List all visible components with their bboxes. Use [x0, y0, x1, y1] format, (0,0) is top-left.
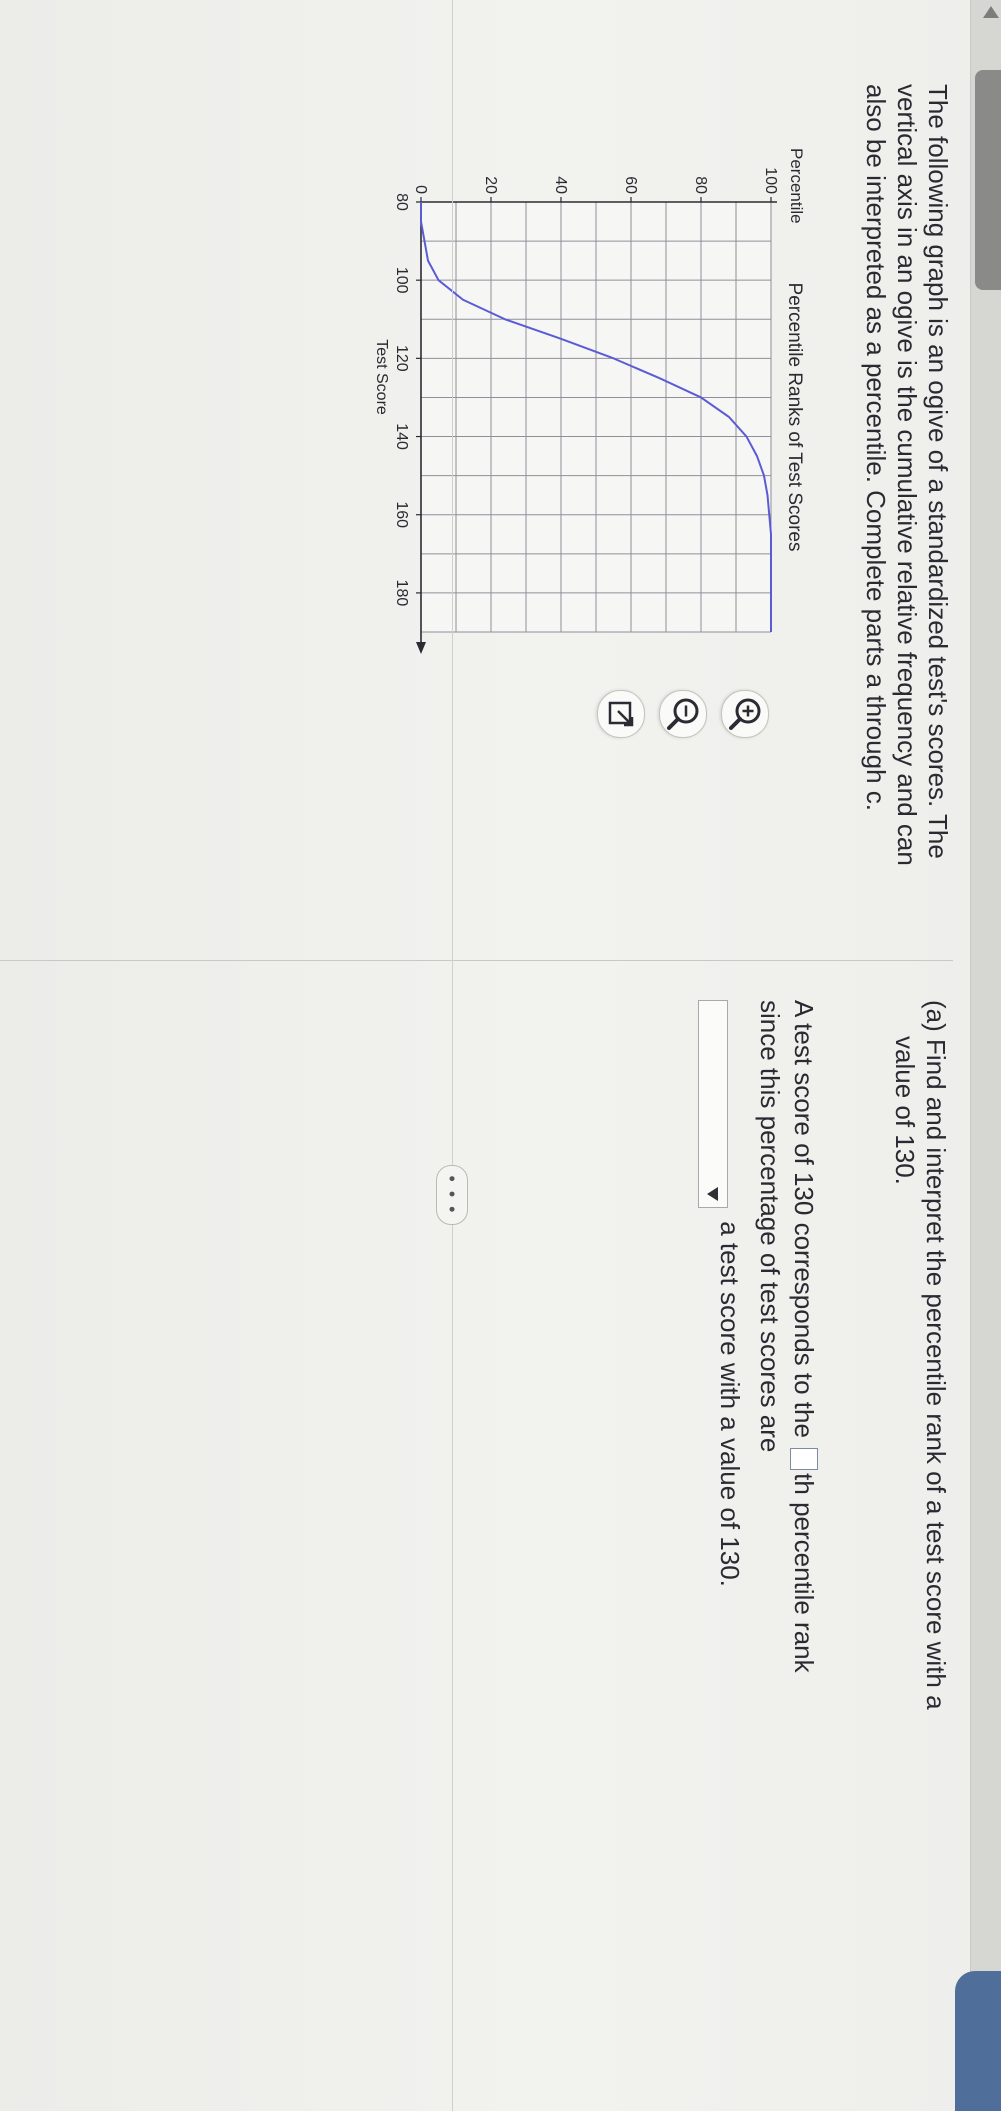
problem-statement: The following graph is an ogive of a sta… — [860, 84, 953, 964]
x-axis-label: Test Score — [373, 339, 390, 415]
part-a-line-1: (a) Find and interpret the percentile ra… — [921, 1000, 951, 1710]
zoom-in-icon — [729, 698, 761, 730]
ogive-chart: 80 100 120 140 160 180 0 20 40 60 80 100 Percentile … — [373, 148, 806, 654]
x-tick-label: 140 — [393, 423, 410, 450]
address-bar[interactable] — [975, 70, 1001, 290]
x-tick-label: 180 — [393, 580, 410, 607]
corner-tab[interactable] — [955, 1971, 1001, 2111]
chart-title: Percentile Ranks of Test Scores — [784, 283, 805, 552]
x-tick-label: 120 — [393, 345, 410, 372]
screen: The following graph is an ogive of a sta… — [0, 0, 1001, 2111]
intro-line-2: vertical axis in an ogive is the cumulat… — [892, 84, 922, 866]
more-button[interactable]: • • • — [436, 1165, 468, 1225]
answer-sentence: A test score of 130 corresponds to the t… — [698, 1000, 821, 2050]
x-tick-label: 80 — [393, 193, 410, 211]
y-tick-label: 40 — [552, 176, 569, 194]
back-arrow-icon[interactable] — [983, 6, 999, 18]
y-tick-label: 0 — [412, 185, 429, 194]
y-tick-label: 80 — [692, 176, 709, 194]
x-tick-label: 100 — [393, 267, 410, 294]
section-divider — [452, 0, 453, 2111]
answer-text-2: th percentile rank — [789, 1473, 819, 1673]
y-axis-label: Percentile — [787, 148, 806, 224]
y-tick-label: 20 — [482, 176, 499, 194]
browser-top-bar — [970, 0, 1001, 2111]
comparison-dropdown[interactable] — [698, 1000, 728, 1208]
y-tick-label: 100 — [762, 167, 779, 194]
popout-button[interactable] — [597, 690, 645, 738]
external-link-icon — [608, 701, 634, 727]
zoom-out-icon — [667, 698, 699, 730]
percentile-input[interactable] — [790, 1448, 818, 1471]
x-axis-arrow — [416, 642, 426, 654]
chevron-down-icon — [707, 1187, 719, 1201]
answer-text-1: A test score of 130 corresponds to the — [789, 1000, 819, 1438]
x-tick-label: 160 — [393, 501, 410, 528]
zoom-in-button[interactable] — [721, 690, 769, 738]
answer-text-3: since this percentage of test scores are — [755, 1000, 785, 1453]
intro-line-1: The following graph is an ogive of a sta… — [923, 84, 953, 859]
panel-divider — [0, 960, 953, 961]
answer-text-4: a test score with a value of 130. — [715, 1221, 745, 1587]
zoom-out-button[interactable] — [659, 690, 707, 738]
part-a-question: (a) Find and interpret the percentile ra… — [889, 1000, 951, 2000]
y-tick-label: 60 — [622, 176, 639, 194]
part-a-line-2: value of 130. — [890, 1036, 920, 1185]
intro-line-3: also be interpreted as a percentile. Com… — [861, 84, 891, 811]
